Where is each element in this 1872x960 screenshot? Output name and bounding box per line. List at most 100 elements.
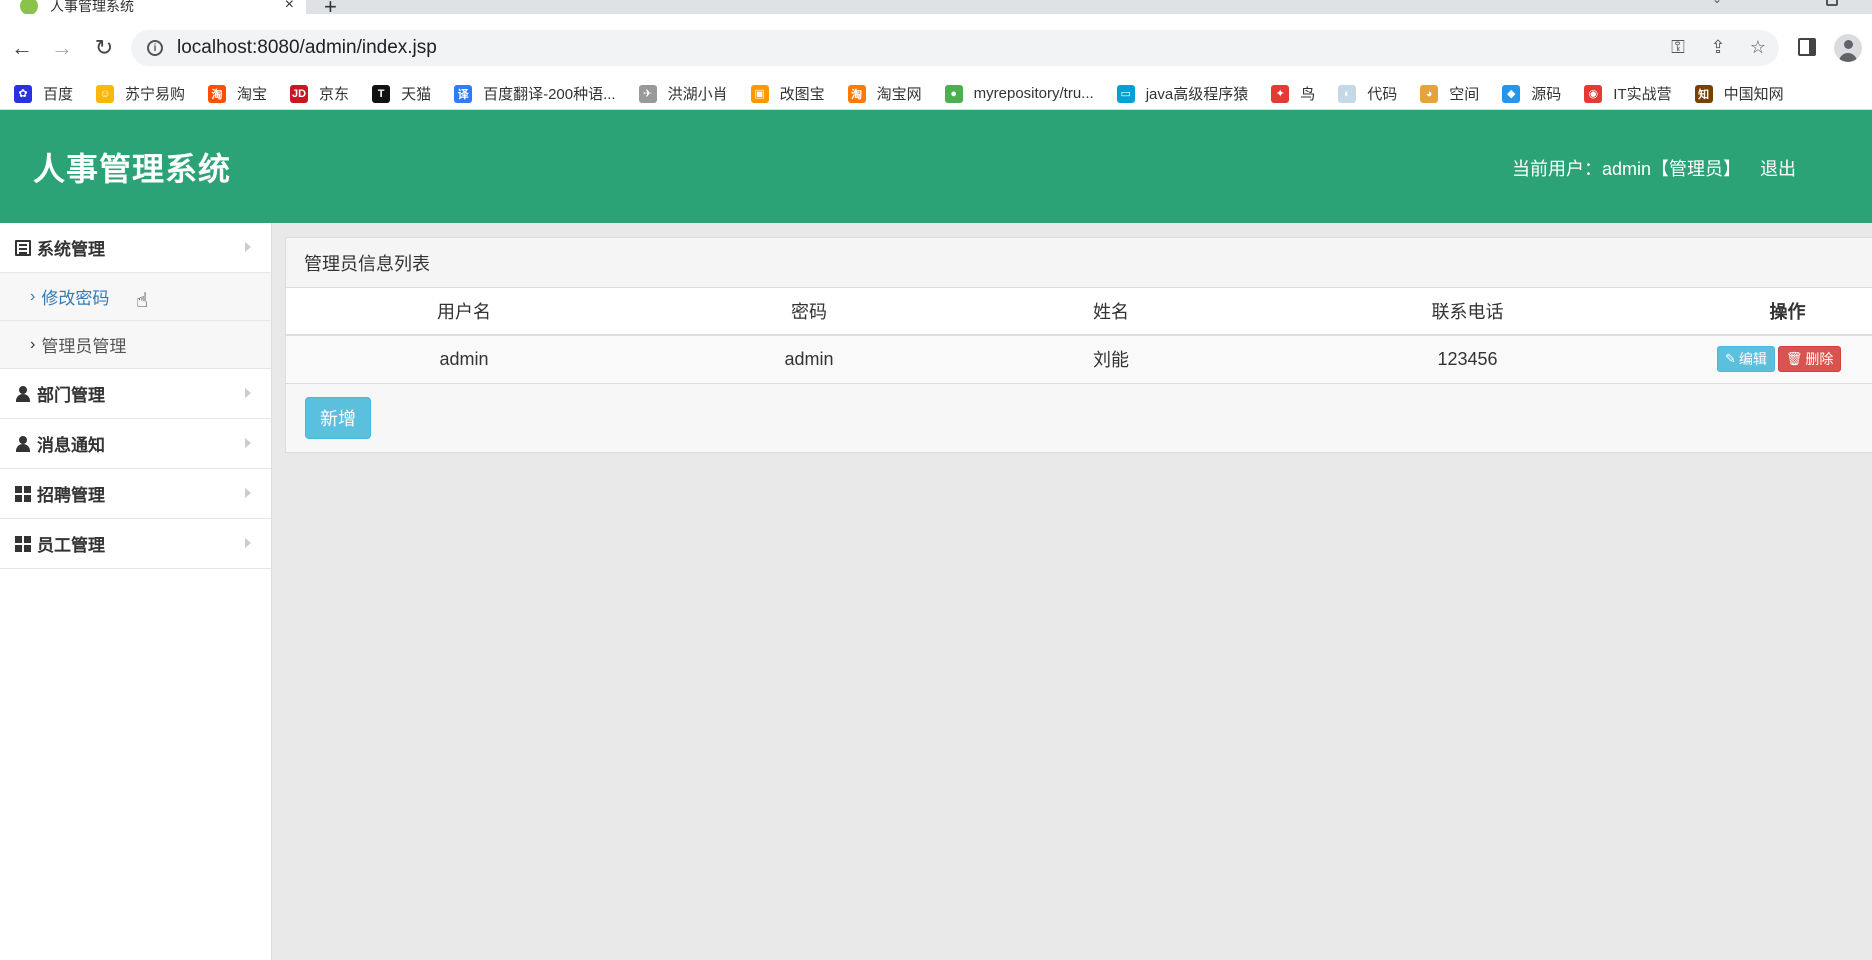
leaf-favicon-icon — [20, 0, 38, 14]
panel-title: 管理员信息列表 — [286, 238, 1872, 288]
bookmark-label: java高级程序猿 — [1145, 86, 1249, 103]
tmall-icon: T — [372, 84, 391, 103]
app-header: 人事管理系统 当前用户：admin【管理员】 退出 — [0, 110, 1872, 223]
chevron-down-icon[interactable]: ⌄ — [1712, 0, 1722, 6]
list-icon — [15, 239, 31, 256]
star-icon[interactable]: ☆ — [1747, 36, 1769, 58]
forward-arrow-icon[interactable]: → — [46, 32, 78, 64]
jd-icon: JD — [290, 84, 309, 103]
user-icon — [15, 385, 31, 402]
docker-icon: ◆ — [1502, 84, 1521, 103]
sidebar: 系统管理 › 修改密码 › 管理员管理 部门管理 消息通知 招聘管理 员工管理 — [0, 223, 272, 960]
bird-icon: ✈ — [638, 84, 657, 103]
bookmark-label: 源码 — [1531, 86, 1562, 103]
column-header-actions: 操作 — [1689, 288, 1872, 336]
taobao-icon: 淘 — [847, 84, 866, 103]
column-header-name: 姓名 — [976, 288, 1246, 336]
user-icon — [15, 435, 31, 452]
new-tab-icon[interactable]: + — [324, 0, 337, 14]
logout-link[interactable]: 退出 — [1760, 155, 1796, 181]
bookmark-item[interactable]: JD 京东 — [290, 83, 349, 104]
restore-window-icon[interactable] — [1826, 0, 1838, 6]
site-info-icon[interactable]: i — [147, 40, 163, 56]
cell-name: 刘能 — [976, 335, 1246, 384]
bookmark-label: 洪湖小肖 — [667, 86, 728, 103]
bookmark-item[interactable]: ▣ 改图宝 — [750, 83, 825, 104]
bookmark-item[interactable]: ◕ 空间 — [1420, 83, 1479, 104]
sidebar-group-recruit[interactable]: 招聘管理 — [0, 469, 271, 519]
bookmark-label: 中国知网 — [1723, 86, 1784, 103]
browser-toolbar: ← → ↻ i localhost:8080/admin/index.jsp ⚿… — [0, 14, 1872, 78]
grid-icon — [15, 535, 31, 552]
bookmark-item[interactable]: ◆ 源码 — [1502, 83, 1561, 104]
bookmark-label: 空间 — [1449, 86, 1480, 103]
edit-icon: ✎ — [1725, 351, 1736, 367]
caret-right-icon — [245, 388, 251, 398]
add-button[interactable]: 新增 — [305, 397, 371, 439]
key-icon[interactable]: ⚿ — [1667, 36, 1689, 58]
table-header-row: 用户名 密码 姓名 联系电话 操作 — [286, 288, 1872, 336]
address-bar[interactable]: i localhost:8080/admin/index.jsp ⚿ ⇪ ☆ — [131, 30, 1779, 66]
bookmark-label: 百度 — [43, 86, 74, 103]
sidebar-group-system[interactable]: 系统管理 — [0, 223, 271, 273]
bookmark-item[interactable]: ✿ 百度 — [14, 83, 73, 104]
bookmark-item[interactable]: ✈ 洪湖小肖 — [638, 83, 728, 104]
bookmark-label: 代码 — [1367, 86, 1398, 103]
bookmark-label: 淘宝网 — [876, 86, 922, 103]
code-icon: ◐ — [1338, 84, 1357, 103]
tab-title: 人事管理系统 — [50, 0, 134, 14]
browser-tab[interactable]: 人事管理系统 × — [0, 0, 306, 14]
bookmark-label: IT实战营 — [1613, 86, 1672, 103]
caret-right-icon — [245, 242, 251, 252]
bookmark-item[interactable]: ● myrepository/tru... — [944, 84, 1094, 103]
bookmark-label: 改图宝 — [779, 86, 825, 103]
share-icon[interactable]: ⇪ — [1707, 36, 1729, 58]
sidebar-group-department[interactable]: 部门管理 — [0, 369, 271, 419]
cell-password: admin — [642, 335, 976, 384]
cell-phone: 123456 — [1246, 335, 1689, 384]
bookmark-item[interactable]: 译百度翻译-200种语... — [454, 83, 616, 104]
bookmark-item[interactable]: ▭ java高级程序猿 — [1116, 83, 1249, 104]
cnki-icon: 知 — [1694, 84, 1713, 103]
cell-username: admin — [286, 335, 642, 384]
bookmark-item[interactable]: T 天猫 — [372, 83, 431, 104]
column-header-phone: 联系电话 — [1246, 288, 1689, 336]
gaitubao-icon: ▣ — [750, 84, 769, 103]
profile-avatar-icon[interactable] — [1834, 34, 1862, 62]
bookmark-item[interactable]: ✦ 鸟 — [1271, 83, 1315, 104]
reload-icon[interactable]: ↻ — [88, 32, 120, 64]
tab-close-icon[interactable]: × — [285, 0, 294, 14]
admin-list-panel: 管理员信息列表 用户名 密码 姓名 联系电话 操作 admin admin 刘能… — [285, 237, 1872, 453]
url-text[interactable]: localhost:8080/admin/index.jsp — [177, 37, 437, 59]
cell-actions: ✎ 编辑 🗑 删除 — [1689, 335, 1872, 384]
bookmark-item[interactable]: 淘淘宝网 — [847, 83, 922, 104]
bookmark-item[interactable]: ◐ 代码 — [1338, 83, 1397, 104]
edit-button[interactable]: ✎ 编辑 — [1717, 346, 1775, 373]
browser-tab-strip: 人事管理系统 × + ⌄ — [0, 0, 1872, 14]
bookmarks-bar: ✿ 百度 ☺ 苏宁易购 淘淘宝 JD 京东 T 天猫 译百度翻译-200种语... ✈ 洪湖小肖 ▣ 改图… — [0, 78, 1872, 110]
side-panel-icon[interactable] — [1798, 38, 1816, 56]
bookmark-label: 京东 — [319, 86, 350, 103]
qzone-icon: ◕ — [1420, 84, 1439, 103]
back-arrow-icon[interactable]: ← — [6, 32, 38, 64]
grid-icon — [15, 485, 31, 502]
caret-right-icon — [245, 488, 251, 498]
bookmark-item[interactable]: ☺ 苏宁易购 — [96, 83, 185, 104]
trash-icon: 🗑 — [1785, 351, 1803, 367]
bookmark-item[interactable]: 知中国知网 — [1694, 83, 1784, 104]
delete-button[interactable]: 🗑 删除 — [1777, 346, 1842, 373]
bookmark-label: 百度翻译-200种语... — [483, 86, 616, 103]
chevron-right-icon: › — [30, 287, 36, 305]
bookmark-item[interactable]: ◉ IT实战营 — [1584, 83, 1672, 104]
suning-icon: ☺ — [96, 84, 115, 103]
sidebar-item-admin-manage[interactable]: › 管理员管理 — [0, 321, 271, 369]
caret-right-icon — [245, 438, 251, 448]
bookmark-item[interactable]: 淘淘宝 — [208, 83, 267, 104]
bookmark-label: 天猫 — [401, 86, 432, 103]
sidebar-group-notice[interactable]: 消息通知 — [0, 419, 271, 469]
sidebar-group-employee[interactable]: 员工管理 — [0, 519, 271, 569]
bilibili-icon: ▭ — [1116, 84, 1135, 103]
chrome-icon: ◉ — [1584, 84, 1603, 103]
chevron-right-icon: › — [30, 335, 36, 353]
app-title: 人事管理系统 — [33, 151, 232, 187]
